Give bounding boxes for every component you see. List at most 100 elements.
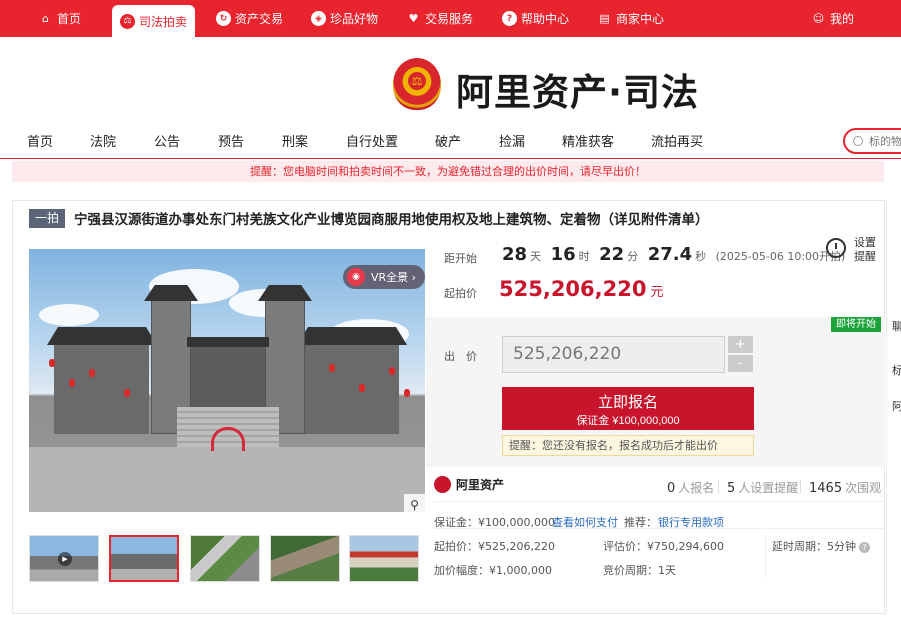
nav-divider xyxy=(0,158,901,159)
topnav-help[interactable]: ? 帮助中心 xyxy=(502,0,569,37)
shop-icon: ▤ xyxy=(599,12,610,25)
court-emblem-logo: ⚖ xyxy=(393,58,441,110)
topnav-my-label: 我的 xyxy=(830,12,855,26)
search-input[interactable] xyxy=(869,134,901,148)
alarm-clock-icon xyxy=(826,238,846,258)
set-reminder-button[interactable]: 设置 提醒 xyxy=(826,236,882,266)
thumbnail-aerial-2[interactable] xyxy=(270,535,340,582)
auction-round-tag: 一拍 xyxy=(29,209,65,228)
topnav-my[interactable]: ☺ 我的 xyxy=(811,0,854,37)
site-logo-text: 阿里资产·司法 xyxy=(456,71,700,114)
nav-home[interactable]: 首页 xyxy=(27,131,53,150)
thumbnail-gate[interactable] xyxy=(109,535,179,582)
thumbnail-aerial-1[interactable] xyxy=(190,535,260,582)
nav-announcements[interactable]: 公告 xyxy=(154,131,180,150)
nav-bargains[interactable]: 捡漏 xyxy=(499,131,525,150)
increment-info: 加价幅度：¥1,000,000 xyxy=(434,564,552,577)
heart-icon: ♥ xyxy=(408,12,419,25)
nav-self-disposal[interactable]: 自行处置 xyxy=(346,131,398,150)
help-icon[interactable]: ? xyxy=(859,542,870,553)
nav-previews[interactable]: 预告 xyxy=(218,131,244,150)
refresh-icon: ↻ xyxy=(216,11,231,26)
topnav-treasures[interactable]: ◈ 珍品好物 xyxy=(311,0,378,37)
register-tip: 提醒：您还没有报名，报名成功后才能出价 xyxy=(502,435,754,456)
ali-assets-logo-icon xyxy=(434,476,451,493)
countdown-hours-unit: 时 xyxy=(578,250,590,263)
apply-now-label: 立即报名 xyxy=(597,394,658,411)
bid-label: 出 价 xyxy=(444,350,477,363)
topnav-judicial-label: 司法拍卖 xyxy=(139,14,188,29)
countdown-days-unit: 天 xyxy=(530,250,542,263)
appraisal-info: 评估价：¥750,294,600 xyxy=(603,540,724,553)
topnav-merchant-label: 商家中心 xyxy=(616,12,665,26)
time-mismatch-notice: 提醒：您电脑时间和拍卖时间不一致，为避免错过合理的出价时间，请尽早出价！ xyxy=(12,161,884,182)
search-icon xyxy=(853,136,863,146)
countdown-days: 28 xyxy=(502,244,528,265)
start-price-value: 525,206,220 元 xyxy=(499,277,663,301)
side-text-a: 聊 xyxy=(892,320,901,333)
increase-bid-button[interactable]: + xyxy=(728,336,753,353)
applicants-number: 0 xyxy=(667,481,676,496)
countdown-seconds: 27.4 xyxy=(647,244,693,265)
nav-relist[interactable]: 流拍再买 xyxy=(651,131,703,150)
countdown-timer: 28 天 16 时 22 分 27.4 秒 (2025-05-06 10:00开拍) xyxy=(502,244,845,265)
countdown-label: 距开始 xyxy=(444,252,477,265)
apply-now-button[interactable]: 立即报名 保证金 ¥100,000,000 xyxy=(502,387,754,430)
ali-assets-brand-label: 阿里资产 xyxy=(456,478,505,492)
delay-period-label: 延时周期：5分钟 xyxy=(772,540,856,553)
countdown-hours: 16 xyxy=(550,244,576,265)
delay-period-info: 延时周期：5分钟? xyxy=(772,538,870,554)
bid-cycle-info: 竞价周期：1天 xyxy=(603,564,676,577)
start-price-amount: 525,206,220 xyxy=(499,277,647,301)
countdown-minutes: 22 xyxy=(599,244,625,265)
reminders-count: 5 人设置提醒 xyxy=(727,479,798,496)
countdown-minutes-unit: 分 xyxy=(627,250,639,263)
topnav-home-label: 首页 xyxy=(57,12,82,26)
gavel-icon: ⚖ xyxy=(120,13,135,29)
vr-tour-button[interactable]: ◉ VR全景 › xyxy=(343,265,425,289)
gem-icon: ◈ xyxy=(311,11,326,26)
views-number: 1465 xyxy=(809,481,843,496)
topnav-merchant[interactable]: ▤ 商家中心 xyxy=(597,0,664,37)
thumbnail-video[interactable]: ▶ xyxy=(29,535,99,582)
vr-tour-label: VR全景 › xyxy=(371,271,417,284)
help-icon: ? xyxy=(502,11,517,26)
start-price-unit: 元 xyxy=(650,285,664,300)
countdown-seconds-unit: 秒 xyxy=(695,250,707,263)
decrease-bid-button[interactable]: - xyxy=(728,355,753,372)
nav-courts[interactable]: 法院 xyxy=(90,131,116,150)
side-text-c: 阿 xyxy=(892,400,901,413)
topnav-service-label: 交易服务 xyxy=(425,12,474,26)
play-icon: ▶ xyxy=(58,552,72,566)
ali-assets-brand: 阿里资产 xyxy=(434,476,504,493)
views-count: 1465 次围观 xyxy=(809,479,881,496)
reminders-number: 5 xyxy=(727,481,736,496)
topnav-help-label: 帮助中心 xyxy=(521,12,570,26)
zoom-icon[interactable]: ⚲ xyxy=(404,494,425,515)
applicants-count: 0 人报名 xyxy=(667,479,714,496)
home-icon: ⌂ xyxy=(42,12,49,25)
apply-deposit-label: 保证金 ¥100,000,000 xyxy=(576,415,680,427)
topnav-trade-service[interactable]: ♥ 交易服务 xyxy=(406,0,473,37)
topnav-asset-label: 资产交易 xyxy=(235,12,284,26)
views-label: 次围观 xyxy=(845,481,882,495)
status-badge: 即将开始 xyxy=(831,317,881,332)
thumbnail-building[interactable] xyxy=(349,535,419,582)
set-reminder-label: 设置 提醒 xyxy=(854,236,876,263)
search-box[interactable] xyxy=(843,128,901,154)
nav-criminal[interactable]: 刑案 xyxy=(282,131,308,150)
user-icon: ☺ xyxy=(812,12,825,25)
vr-icon: ◉ xyxy=(347,268,365,286)
lot-title: 宁强县汉源街道办事处东门村羌族文化产业博览园商服用地使用权及地上建筑物、定着物（… xyxy=(74,212,709,228)
reminders-label: 人设置提醒 xyxy=(738,481,799,495)
bid-amount-input[interactable]: 525,206,220 xyxy=(502,336,725,373)
topnav-treasures-label: 珍品好物 xyxy=(330,12,379,26)
topnav-home[interactable]: ⌂ 首页 xyxy=(38,0,81,37)
start-price-label: 起拍价 xyxy=(444,287,477,300)
topnav-judicial-auction[interactable]: ⚖ 司法拍卖 xyxy=(112,5,196,37)
nav-precise-customers[interactable]: 精准获客 xyxy=(562,131,614,150)
side-text-b: 标 xyxy=(892,364,901,377)
topnav-asset-trade[interactable]: ↻ 资产交易 xyxy=(216,0,283,37)
nav-bankruptcy[interactable]: 破产 xyxy=(435,131,461,150)
applicants-label: 人报名 xyxy=(678,481,715,495)
